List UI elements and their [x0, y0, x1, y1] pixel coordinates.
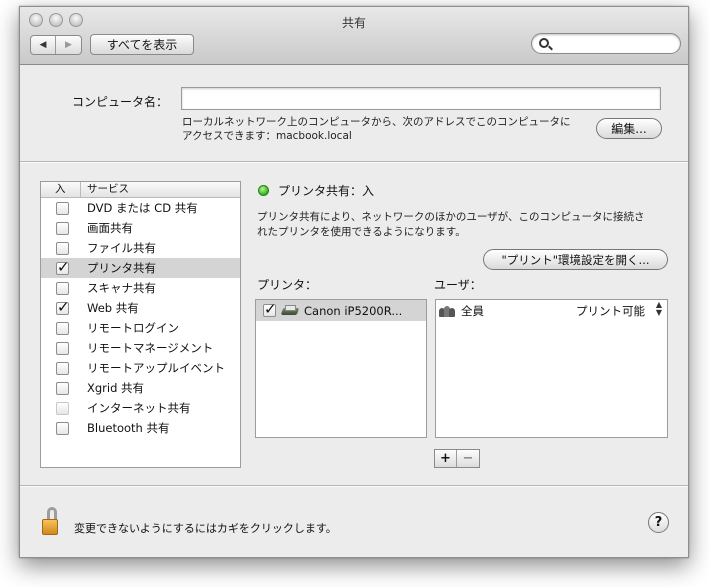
forward-button[interactable]: ▶: [56, 36, 81, 54]
column-header-on[interactable]: 入: [41, 182, 81, 197]
computer-name-label: コンピュータ名：: [72, 95, 169, 109]
bottom-divider: [20, 485, 688, 487]
service-label: リモートアップルイベント: [87, 361, 225, 375]
service-label: DVD または CD 共有: [87, 201, 198, 215]
edit-button[interactable]: 編集...: [596, 118, 662, 139]
service-checkbox[interactable]: [56, 421, 69, 435]
service-row[interactable]: DVD または CD 共有: [41, 198, 240, 218]
printer-share-checkbox[interactable]: [263, 300, 277, 318]
show-all-button[interactable]: すべてを表示: [90, 34, 194, 55]
add-remove-buttons: + −: [434, 449, 480, 468]
service-row[interactable]: プリンタ共有: [41, 258, 240, 278]
service-list: 入 サービス DVD または CD 共有画面共有ファイル共有プリンタ共有スキャナ…: [40, 181, 241, 468]
printers-label: プリンタ：: [257, 278, 318, 292]
service-label: リモートマネージメント: [87, 341, 214, 355]
service-description: プリンタ共有により、ネットワークのほかのユーザが、このコンピュータに接続さ れた…: [257, 211, 645, 238]
service-checkbox[interactable]: [56, 201, 69, 215]
back-arrow-icon: ◀: [39, 40, 47, 50]
popup-arrows-icon: ▲ ▼: [655, 300, 662, 317]
search-field[interactable]: [531, 33, 681, 54]
service-row[interactable]: インターネット共有: [41, 398, 240, 418]
status-indicator-icon: [258, 185, 269, 196]
nav-buttons: ◀ ▶: [30, 35, 82, 55]
user-row[interactable]: 全員 プリント可能 ▲ ▼: [436, 300, 667, 321]
service-checkbox[interactable]: [56, 341, 69, 355]
computer-name-field[interactable]: [181, 87, 661, 110]
sharing-window: 共有 ◀ ▶ すべてを表示 コンピュータ名： ローカルネットワーク上のコンピュー…: [19, 6, 689, 558]
forward-arrow-icon: ▶: [65, 40, 72, 50]
service-row[interactable]: リモートログイン: [41, 318, 240, 338]
service-list-header: 入 サービス: [41, 182, 240, 198]
service-row[interactable]: リモートマネージメント: [41, 338, 240, 358]
service-status: プリンタ共有：入: [278, 184, 375, 198]
service-label: Bluetooth 共有: [87, 421, 170, 435]
service-checkbox[interactable]: [56, 401, 69, 415]
service-label: Web 共有: [87, 301, 139, 315]
help-button[interactable]: ?: [648, 512, 669, 533]
users-label: ユーザ：: [434, 278, 482, 292]
user-list: 全員 プリント可能 ▲ ▼: [435, 299, 668, 438]
service-label: リモートログイン: [87, 321, 179, 335]
lock-icon[interactable]: [42, 507, 58, 535]
service-rows: DVD または CD 共有画面共有ファイル共有プリンタ共有スキャナ共有 Web 共…: [41, 198, 240, 438]
add-user-button[interactable]: +: [435, 450, 457, 467]
user-name: 全員: [461, 303, 484, 318]
service-label: 画面共有: [87, 221, 133, 235]
service-checkbox[interactable]: [56, 258, 70, 276]
printer-row[interactable]: Canon iP5200R...: [256, 300, 426, 321]
service-checkbox[interactable]: [56, 321, 69, 335]
service-row[interactable]: Xgrid 共有: [41, 378, 240, 398]
permission-popup[interactable]: プリント可能: [576, 303, 645, 319]
service-row[interactable]: ファイル共有: [41, 238, 240, 258]
service-label: プリンタ共有: [87, 261, 156, 275]
open-print-preferences-button[interactable]: "プリント"環境設定を開く...: [483, 249, 668, 270]
service-label: インターネット共有: [87, 401, 191, 415]
printer-name: Canon iP5200R...: [304, 303, 403, 318]
service-label: Xgrid 共有: [87, 381, 145, 395]
printer-icon: [281, 304, 299, 317]
top-divider: [20, 161, 688, 163]
service-checkbox[interactable]: [56, 298, 70, 316]
column-header-service[interactable]: サービス: [81, 182, 129, 197]
service-row[interactable]: Bluetooth 共有: [41, 418, 240, 438]
window-title: 共有: [341, 16, 366, 30]
service-row[interactable]: 画面共有: [41, 218, 240, 238]
service-label: ファイル共有: [87, 241, 156, 255]
search-input[interactable]: [554, 36, 674, 51]
printer-list: Canon iP5200R...: [255, 299, 427, 438]
title-bar: 共有 ◀ ▶ すべてを表示: [20, 7, 688, 65]
service-label: スキャナ共有: [87, 281, 156, 295]
computer-address-description: ローカルネットワーク上のコンピュータから、次のアドレスでこのコンピュータに アク…: [182, 116, 571, 142]
back-button[interactable]: ◀: [31, 36, 56, 54]
service-checkbox[interactable]: [56, 241, 69, 255]
service-checkbox[interactable]: [56, 381, 69, 395]
service-row[interactable]: リモートアップルイベント: [41, 358, 240, 378]
service-checkbox[interactable]: [56, 361, 69, 375]
lock-message: 変更できないようにするにはカギをクリックします。: [74, 522, 337, 535]
service-row[interactable]: Web 共有: [41, 298, 240, 318]
service-checkbox[interactable]: [56, 281, 69, 295]
service-row[interactable]: スキャナ共有: [41, 278, 240, 298]
search-icon: [539, 38, 549, 48]
service-checkbox[interactable]: [56, 221, 69, 235]
group-icon: [439, 305, 456, 317]
remove-user-button[interactable]: −: [457, 450, 479, 467]
